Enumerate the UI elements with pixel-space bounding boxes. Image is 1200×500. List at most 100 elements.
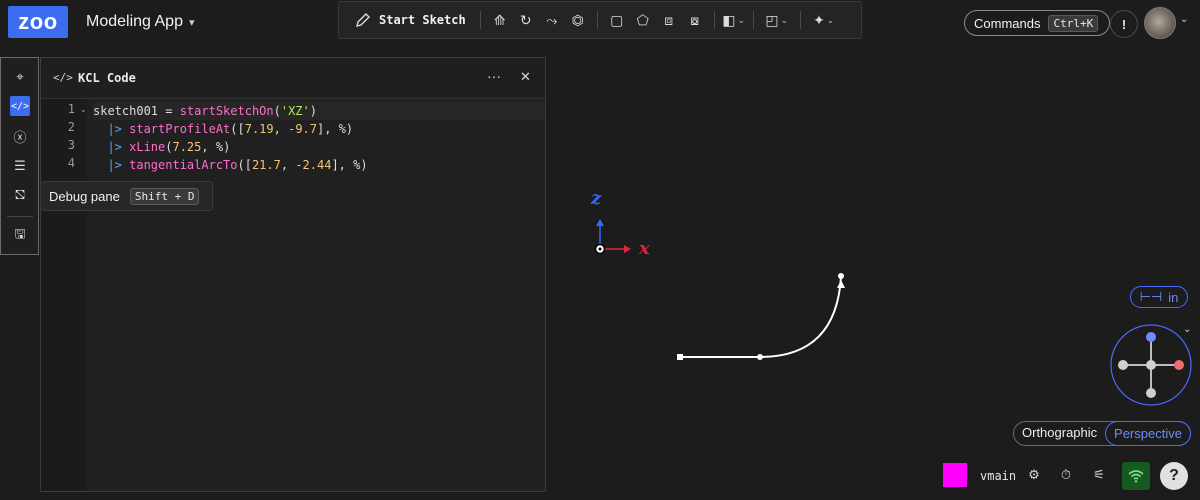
code-token: 7.25 [172,140,202,154]
code-token: ], %) [317,122,354,136]
network-status[interactable] [1122,462,1150,490]
sweep-icon: ⤳ [546,11,558,28]
left-sidebar: ⌖ </> ⓧ ☰ ⛞ 🖫 [0,57,39,255]
tooltip-shortcut: Shift + D [129,187,200,205]
code-line[interactable]: |> xLine(7.25, %) [93,138,545,156]
revolve-icon: ↻ [519,11,532,28]
code-token: ( [273,104,281,118]
sketch-segment-tangential-arc [759,276,842,358]
perspective-option[interactable]: Perspective [1105,421,1191,446]
chamfer-button[interactable]: ⬠ [630,5,656,35]
ai-button[interactable]: ✦ ⌄ [807,5,841,35]
close-icon[interactable]: ✕ [520,69,531,85]
sidebar-item-export[interactable]: 🖫 [10,226,30,246]
toolbar-divider [713,11,715,29]
code-icon: </> [10,100,30,112]
code-token: startSketchOn [179,104,274,118]
pane-title: KCL Code [78,71,136,85]
sidebar-item-logs[interactable]: ☰ [10,156,30,176]
revolve-button[interactable]: ↻ [513,5,539,35]
start-sketch-label: Start Sketch [379,13,466,27]
gizmo-x-neg [1118,360,1128,370]
code-token: |> [93,140,130,154]
sidebar-item-debug-pane[interactable]: ⛞ [10,186,30,206]
x-axis-label: x [638,238,650,259]
chevron-down-icon[interactable]: ⌄ [1180,14,1188,25]
commands-button[interactable]: Commands Ctrl+K [964,10,1110,36]
settings-icon[interactable]: ⚙ [1024,465,1044,485]
debug-pane-tooltip: Debug pane Shift + D [40,181,213,211]
code-token: xLine [129,140,166,154]
fillet-icon: ▢ [610,11,624,28]
code-token: |> [93,122,130,136]
unit-label: in [1168,289,1179,305]
extrude-button[interactable]: ⟰ [487,5,513,35]
plane-button[interactable]: ◰ ⌄ [760,5,794,35]
list-icon: ☰ [14,158,26,173]
line-number: 4 [67,156,75,170]
environment-color-swatch[interactable] [943,463,967,487]
code-line[interactable]: sketch001 = startSketchOn('XZ') [93,102,545,120]
toolbar-divider [752,11,754,29]
code-line[interactable]: |> startProfileAt([7.19, -9.7], %) [93,120,545,138]
code-token: sketch001 = [93,104,180,118]
view-cube-gizmo[interactable] [1110,324,1192,406]
help-button[interactable]: ? [1160,462,1188,490]
chevron-down-icon: ⌄ [826,14,835,25]
code-token: 'XZ' [280,104,310,118]
gizmo-z-neg [1146,388,1156,398]
code-token: -2.44 [295,158,332,172]
projection-toggle: Orthographic Perspective [1013,421,1191,446]
loft-button[interactable]: ⏣ [565,5,591,35]
code-token: 21.7 [251,158,281,172]
sidebar-item-kcl-code[interactable]: </> [10,96,30,116]
sidebar-item-feature-tree[interactable]: ⌖ [10,67,30,87]
sketch-profile[interactable] [677,273,845,360]
z-axis-arrow [596,219,604,226]
units-button[interactable]: ⊢⊣ in [1130,286,1188,308]
sidebar-item-variables[interactable]: ⓧ [10,126,30,146]
app-title-menu[interactable]: Modeling App ▾ [86,13,195,31]
code-token: , [280,158,296,172]
chevron-down-icon[interactable]: ⌄ [1183,324,1191,335]
avatar[interactable] [1144,7,1176,39]
timer-icon[interactable]: ⏱ [1056,465,1076,485]
line-number: 1 [67,102,75,116]
fillet-button[interactable]: ▢ [604,5,630,35]
kcl-code-pane: </> KCL Code ··· ✕ 1 ⌄ sketch001 = startSk… [40,57,546,492]
gizmo-z-pos [1146,332,1156,342]
boolean-icon: ◧ [722,11,736,28]
code-line[interactable]: |> tangentialArcTo([21.7, -2.44], %) [93,156,545,174]
code-token: tangentialArcTo [129,158,238,172]
fold-chevron-icon[interactable]: ⌄ [80,105,87,114]
tooltip-label: Debug pane [49,188,120,204]
notifications-button[interactable]: ! [1110,10,1138,38]
branch-label[interactable]: vmain [980,469,1016,483]
pencil-icon [356,13,370,27]
save-icon: 🖫 [14,226,26,241]
wifi-icon [1128,470,1144,483]
shell-button[interactable]: ⧈ [656,5,682,35]
hole-icon: ⧇ [690,11,700,28]
more-icon[interactable]: ··· [487,68,501,84]
layers-icon: ⌖ [16,69,24,84]
start-sketch-button[interactable]: Start Sketch [347,5,474,35]
zoo-logo[interactable]: zoo [8,6,68,38]
toolbar-divider [596,11,598,29]
chevron-down-icon: ⌄ [737,14,746,25]
line-number: 2 [67,120,75,134]
sliders-icon[interactable]: ⚟ [1089,465,1109,485]
line-number: 3 [67,138,75,152]
hole-button[interactable]: ⧇ [682,5,708,35]
sketch-start-point [677,354,683,360]
sketch-end-point [838,273,844,279]
commands-label: Commands [974,15,1041,31]
boolean-button[interactable]: ◧ ⌄ [721,5,747,35]
function-icon: ⓧ [13,129,27,145]
code-token: -9.7 [288,122,317,136]
code-token: ) [309,104,317,118]
orthographic-option[interactable]: Orthographic [1022,425,1097,440]
app-title: Modeling App [86,13,183,30]
code-token: 7.19 [244,122,274,136]
sweep-button[interactable]: ⤳ [539,5,565,35]
